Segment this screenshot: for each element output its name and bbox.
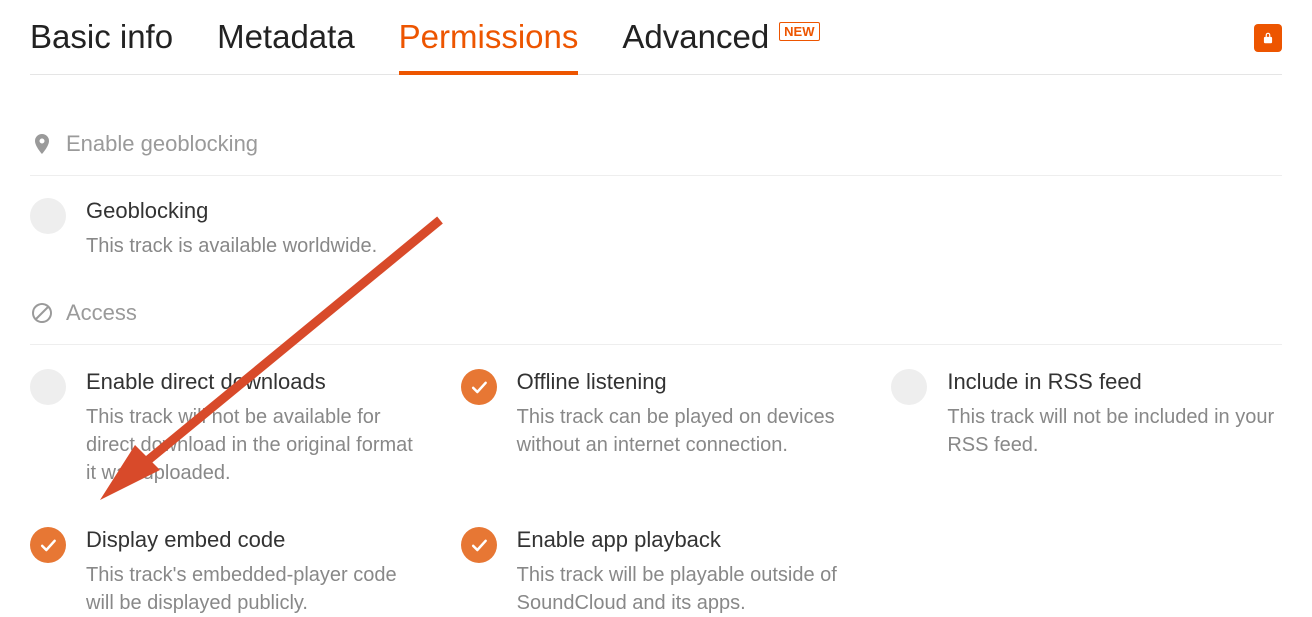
title-embed-code: Display embed code xyxy=(86,527,421,553)
title-offline-listening: Offline listening xyxy=(517,369,852,395)
section-title-geoblocking: Enable geoblocking xyxy=(66,131,258,157)
tab-permissions[interactable]: Permissions xyxy=(399,18,579,74)
desc-direct-downloads: This track will not be available for dir… xyxy=(86,403,421,487)
block-icon xyxy=(30,301,54,325)
section-header-access: Access xyxy=(30,300,1282,345)
section-geoblocking: Enable geoblocking Geoblocking This trac… xyxy=(30,131,1282,260)
opt-direct-downloads: Enable direct downloads This track will … xyxy=(30,369,421,487)
lock-icon[interactable] xyxy=(1254,24,1282,52)
toggle-direct-downloads[interactable] xyxy=(30,369,66,405)
opt-app-playback: Enable app playback This track will be p… xyxy=(461,527,852,617)
title-rss-feed: Include in RSS feed xyxy=(947,369,1282,395)
location-pin-icon xyxy=(30,132,54,156)
section-title-access: Access xyxy=(66,300,137,326)
desc-offline-listening: This track can be played on devices with… xyxy=(517,403,852,459)
tabs: Basic info Metadata Permissions Advanced… xyxy=(30,18,1282,75)
toggle-rss-feed[interactable] xyxy=(891,369,927,405)
toggle-embed-code[interactable] xyxy=(30,527,66,563)
geoblocking-title: Geoblocking xyxy=(86,198,377,224)
section-header-geoblocking: Enable geoblocking xyxy=(30,131,1282,176)
access-grid: Enable direct downloads This track will … xyxy=(30,369,1282,617)
tab-metadata[interactable]: Metadata xyxy=(217,18,355,74)
title-direct-downloads: Enable direct downloads xyxy=(86,369,421,395)
tab-basic-info[interactable]: Basic info xyxy=(30,18,173,74)
tab-advanced-label: Advanced xyxy=(622,18,769,56)
new-badge: NEW xyxy=(779,22,819,41)
geoblocking-desc: This track is available worldwide. xyxy=(86,232,377,260)
toggle-offline-listening[interactable] xyxy=(461,369,497,405)
desc-rss-feed: This track will not be included in your … xyxy=(947,403,1282,459)
toggle-app-playback[interactable] xyxy=(461,527,497,563)
section-access: Access Enable direct downloads This trac… xyxy=(30,300,1282,617)
tab-advanced[interactable]: Advanced NEW xyxy=(622,18,819,74)
geoblocking-option: Geoblocking This track is available worl… xyxy=(30,176,1282,260)
opt-offline-listening: Offline listening This track can be play… xyxy=(461,369,852,487)
geoblocking-toggle[interactable] xyxy=(30,198,66,234)
opt-embed-code: Display embed code This track's embedded… xyxy=(30,527,421,617)
desc-app-playback: This track will be playable outside of S… xyxy=(517,561,852,617)
opt-rss-feed: Include in RSS feed This track will not … xyxy=(891,369,1282,487)
title-app-playback: Enable app playback xyxy=(517,527,852,553)
desc-embed-code: This track's embedded-player code will b… xyxy=(86,561,421,617)
